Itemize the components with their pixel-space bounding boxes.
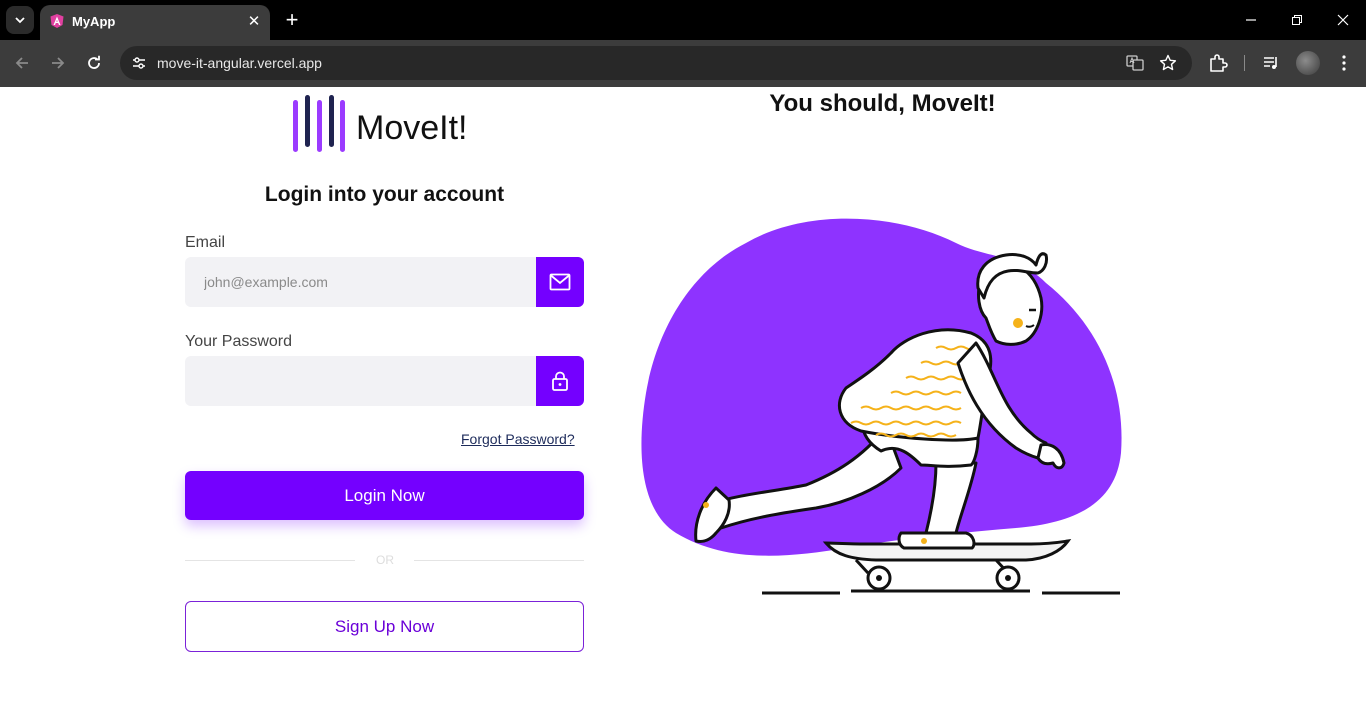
hero-headline: You should, MoveIt! [769,90,996,117]
browser-chrome: MyApp ✕ + move-it-angular.vercel.app [0,0,1366,87]
password-label: Your Password [185,333,293,350]
email-input[interactable] [185,257,536,307]
password-field-group [185,356,584,406]
chevron-down-icon [15,17,25,24]
close-window-button[interactable] [1328,6,1358,34]
close-icon [1337,14,1349,26]
divider-right [414,560,584,561]
email-label: Email [185,234,226,251]
divider-left [185,560,355,561]
angular-favicon-icon [50,14,64,28]
toolbar-separator [1244,55,1245,71]
translate-icon [1126,55,1144,71]
ground-line [762,589,1120,595]
mail-icon [549,273,571,291]
forward-button[interactable] [45,50,71,76]
minimize-icon [1246,19,1256,21]
url-text: move-it-angular.vercel.app [157,55,322,71]
minimize-button[interactable] [1236,6,1266,34]
signup-button[interactable]: Sign Up Now [185,601,584,652]
site-info-button[interactable] [126,50,152,76]
cheek [1013,318,1023,328]
lock-icon [552,371,568,391]
email-field-group [185,257,584,307]
browser-toolbar: move-it-angular.vercel.app [0,40,1366,87]
logo-text: MoveIt! [356,109,468,147]
email-icon-box [536,257,584,307]
wheel-hub [1005,575,1011,581]
media-controls-button[interactable] [1259,51,1283,75]
front-shoe [897,531,976,550]
shoe-detail [921,538,927,544]
browser-tab[interactable]: MyApp ✕ [40,5,270,40]
page-content: MoveIt! Login into your account Email Yo… [0,87,1366,721]
login-button[interactable]: Login Now [185,471,584,520]
reload-icon [88,55,100,69]
password-input[interactable] [185,356,536,406]
restore-button[interactable] [1282,6,1312,34]
restore-icon [1292,15,1302,25]
forgot-password-link[interactable]: Forgot Password? [461,431,575,447]
address-bar[interactable]: move-it-angular.vercel.app [120,46,1192,80]
logo-bars-icon [293,95,345,152]
arrow-left-icon [15,57,28,69]
shoe-detail [703,502,709,508]
back-button[interactable] [9,50,35,76]
tab-strip: MyApp ✕ + [0,0,1366,40]
translate-button[interactable] [1124,52,1146,74]
logo: MoveIt! [291,92,491,154]
browser-menu-button[interactable] [1332,51,1356,75]
new-tab-button[interactable]: + [280,7,304,32]
puzzle-icon [1210,54,1228,72]
login-title: Login into your account [264,183,505,206]
wheel-hub [876,575,882,581]
password-icon-box [536,356,584,406]
more-vert-icon [1342,55,1346,71]
tab-close-icon[interactable]: ✕ [244,11,264,31]
divider-text: OR [376,553,394,567]
tab-title: MyApp [72,14,116,29]
star-icon [1159,54,1177,71]
tune-icon [133,57,145,69]
queue-music-icon [1264,57,1277,69]
reload-button[interactable] [81,50,107,76]
profile-avatar[interactable] [1296,51,1320,75]
bookmark-button[interactable] [1157,52,1179,74]
tab-search-button[interactable] [6,6,34,34]
extensions-button[interactable] [1206,51,1230,75]
skateboarder-illustration [641,218,1122,595]
arrow-right-icon [52,57,65,69]
